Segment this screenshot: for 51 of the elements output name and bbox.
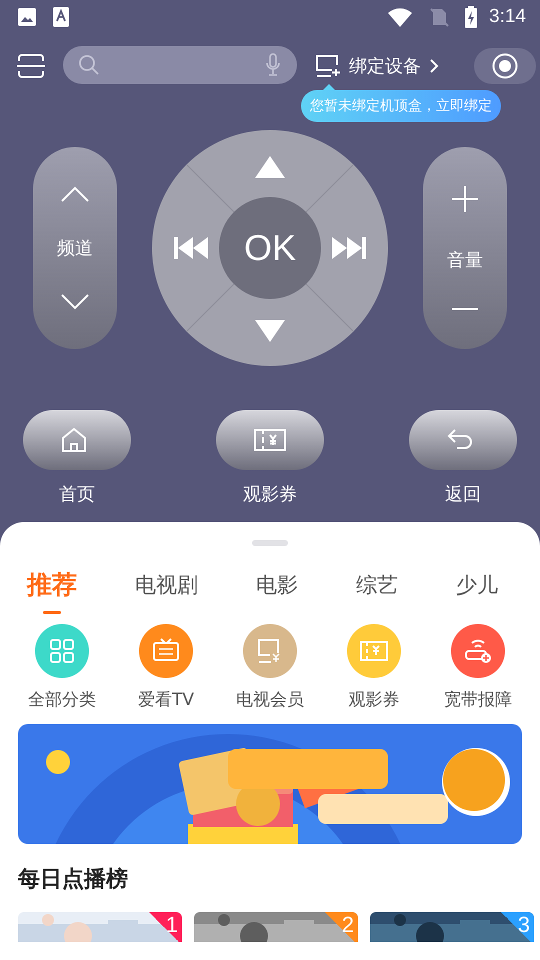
router-icon (464, 637, 492, 665)
category-tab[interactable]: 少儿 (456, 564, 498, 614)
no-sim-icon (429, 7, 450, 27)
category-icon-circle[interactable] (35, 624, 89, 678)
category-icon-circle[interactable] (139, 624, 193, 678)
section-title: 每日点播榜 (18, 866, 129, 894)
category-label: 电视会员 (236, 689, 304, 711)
category-label: 宽带报障 (444, 689, 512, 711)
drag-handle[interactable] (252, 540, 288, 546)
shortcut-label: 观影券 (243, 483, 297, 506)
chevron-up-icon[interactable] (60, 185, 90, 203)
category-label: 观影券 (348, 689, 400, 711)
ticket-icon (254, 427, 286, 453)
rank-badge: 1 (146, 912, 182, 942)
record-button[interactable] (474, 48, 536, 84)
search-icon (77, 53, 101, 77)
screen-plus-icon (315, 54, 341, 78)
control-label: 频道 (57, 237, 93, 260)
category-tab[interactable]: 电视剧 (135, 564, 198, 614)
next-icon[interactable] (332, 237, 366, 259)
previous-icon[interactable] (174, 237, 208, 259)
category-icon-circle[interactable] (451, 624, 505, 678)
control-label: 音量 (447, 249, 483, 272)
image-icon (17, 7, 37, 27)
category-tab[interactable]: 电影 (256, 564, 298, 614)
microphone-icon[interactable] (265, 53, 281, 77)
rank-badge: 2 (322, 912, 358, 942)
scan-icon[interactable] (17, 53, 45, 79)
category-icon-circle[interactable] (243, 624, 297, 678)
direction-pad[interactable]: OK (152, 130, 388, 366)
shortcut-label: 首页 (59, 483, 95, 506)
grid-icon (48, 637, 76, 665)
chevron-right-icon (429, 58, 439, 74)
record-icon (492, 53, 518, 79)
down-arrow-icon[interactable] (255, 318, 285, 342)
ok-button[interactable]: OK (219, 197, 321, 299)
battery-icon (465, 6, 478, 28)
category-label: 全部分类 (28, 689, 96, 711)
shortcut-label: 返回 (445, 483, 481, 506)
wifi-icon (387, 7, 414, 27)
search-field[interactable] (63, 46, 297, 84)
font-icon (53, 7, 69, 27)
status-time: 3:14 (489, 6, 526, 28)
plus-icon[interactable] (451, 185, 479, 213)
minus-icon[interactable] (451, 307, 479, 311)
rank-badge: 3 (498, 912, 534, 942)
category-label: 爱看TV (138, 689, 194, 711)
bind-device-button[interactable]: 绑定设备 (315, 46, 439, 86)
up-arrow-icon[interactable] (255, 156, 285, 180)
category-tab[interactable]: 综艺 (356, 564, 398, 614)
chevron-down-icon[interactable] (60, 293, 90, 311)
